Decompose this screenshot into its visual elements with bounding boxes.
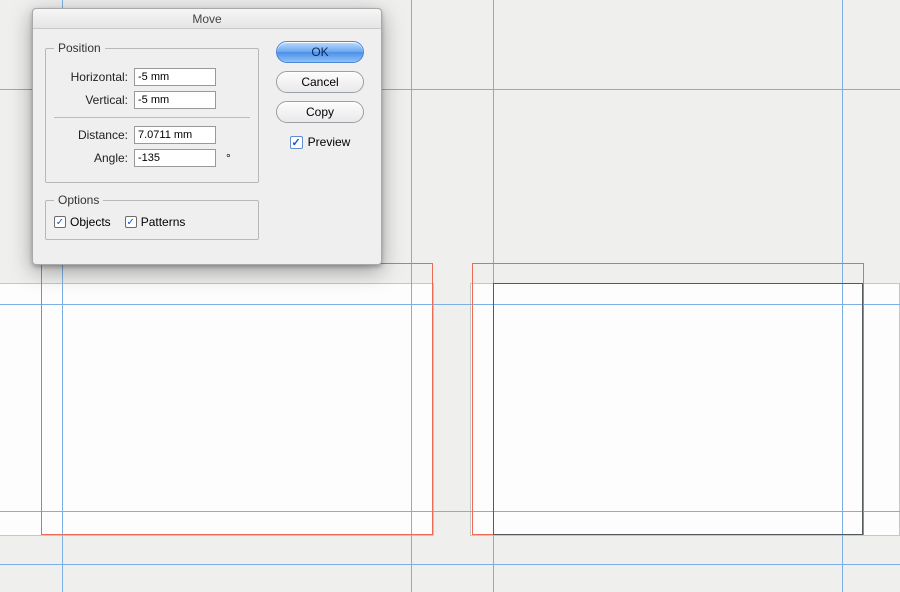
vertical-label: Vertical: <box>54 93 128 107</box>
distance-input[interactable] <box>134 126 216 144</box>
objects-label: Objects <box>70 215 111 229</box>
ok-button[interactable]: OK <box>276 41 364 63</box>
dialog-title[interactable]: Move <box>33 9 381 29</box>
degree-symbol: ° <box>222 151 231 165</box>
checkmark-icon: ✓ <box>54 216 66 228</box>
objects-checkbox[interactable]: ✓ Objects <box>54 215 111 229</box>
copy-button[interactable]: Copy <box>276 101 364 123</box>
object-outline-right[interactable] <box>493 283 863 535</box>
illustrator-canvas[interactable]: Move Position Horizontal: Vertical: Dist… <box>0 0 900 592</box>
patterns-checkbox[interactable]: ✓ Patterns <box>125 215 186 229</box>
distance-label: Distance: <box>54 128 128 142</box>
selection-rect-left[interactable] <box>41 263 433 535</box>
horizontal-input[interactable] <box>134 68 216 86</box>
horizontal-label: Horizontal: <box>54 70 128 84</box>
vertical-input[interactable] <box>134 91 216 109</box>
position-legend: Position <box>54 41 105 55</box>
options-legend: Options <box>54 193 103 207</box>
move-dialog: Move Position Horizontal: Vertical: Dist… <box>32 8 382 265</box>
divider <box>54 117 250 118</box>
angle-input[interactable] <box>134 149 216 167</box>
checkmark-icon: ✓ <box>125 216 137 228</box>
preview-label: Preview <box>308 135 351 149</box>
patterns-label: Patterns <box>141 215 186 229</box>
angle-label: Angle: <box>54 151 128 165</box>
position-group: Position Horizontal: Vertical: Distance: <box>45 41 259 183</box>
guide-horizontal[interactable] <box>0 564 900 565</box>
options-group: Options ✓ Objects ✓ Patterns <box>45 193 259 240</box>
checkmark-icon: ✓ <box>290 136 303 149</box>
preview-checkbox[interactable]: ✓ Preview <box>290 135 351 149</box>
cancel-button[interactable]: Cancel <box>276 71 364 93</box>
